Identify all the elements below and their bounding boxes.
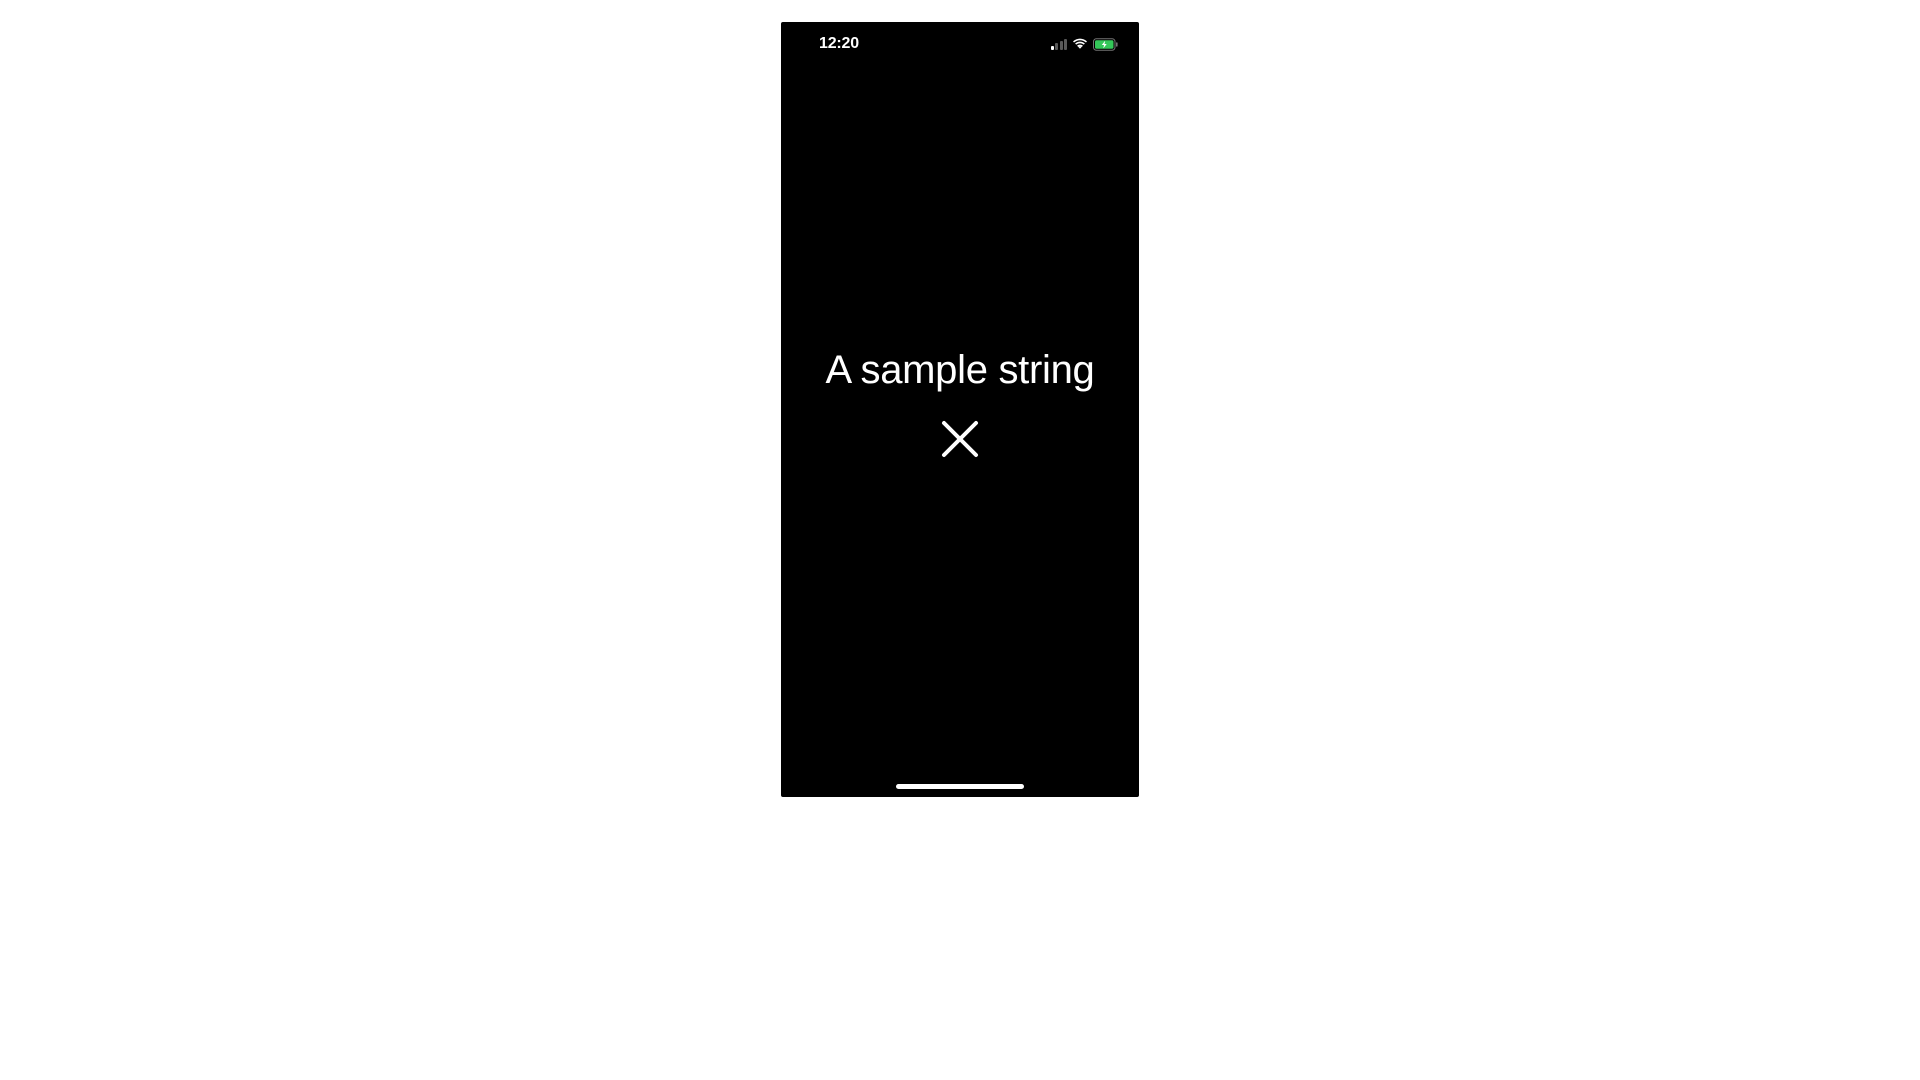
main-content: A sample string: [781, 22, 1139, 797]
home-indicator[interactable]: [896, 784, 1024, 789]
phone-frame: 12:20: [781, 22, 1139, 797]
close-icon[interactable]: [938, 417, 982, 461]
title-text: A sample string: [826, 348, 1095, 393]
